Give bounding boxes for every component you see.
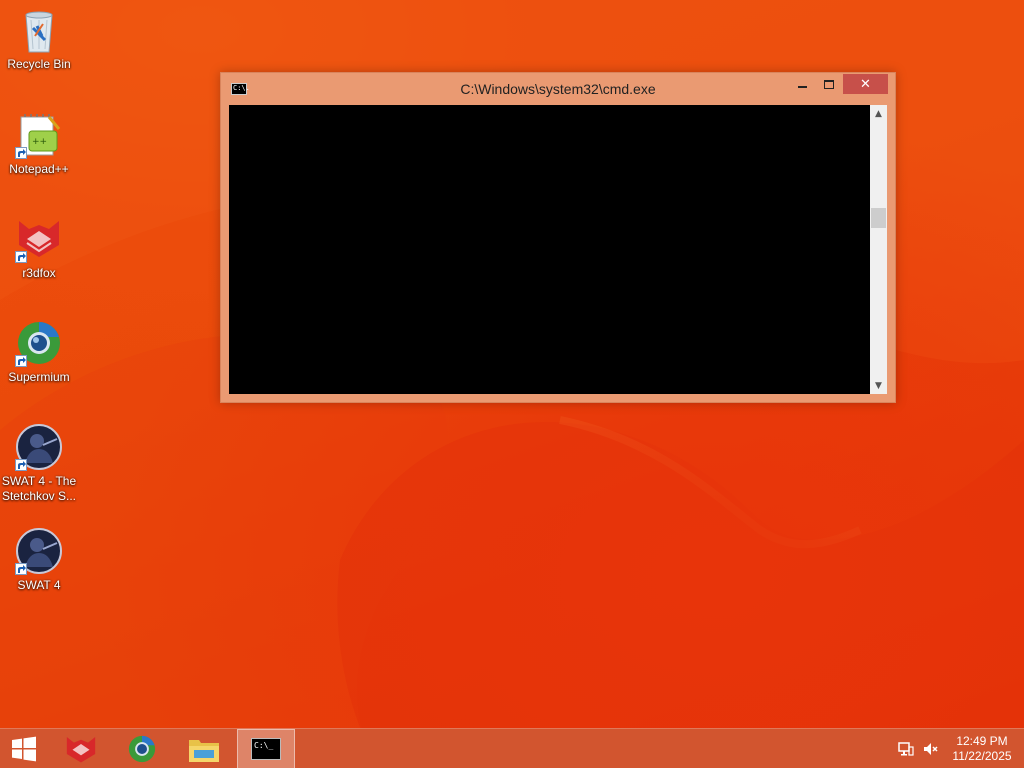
desktop-icon-label: Recycle Bin [7,57,71,71]
svg-text:++: ++ [32,137,47,147]
shortcut-arrow-icon [15,147,27,159]
desktop-icon-notepad-plus-plus[interactable]: ++ Notepad++ [0,111,78,177]
desktop-icon-supermium[interactable]: Supermium [0,319,78,385]
clock-date: 11/22/2025 [952,749,1012,763]
window-titlebar[interactable]: C:\. C:\Windows\system32\cmd.exe ✕ [221,73,895,105]
desktop-icon-label: r3dfox [22,266,56,280]
cmd-icon: C:\_ [251,738,281,760]
supermium-icon [128,735,156,763]
shortcut-arrow-icon [15,355,27,367]
taskbar: C:\_ 12:49 PM 11/22/2025 [0,728,1024,768]
minimize-button[interactable] [789,74,815,94]
shortcut-arrow-icon [15,459,27,471]
scrollbar-thumb[interactable] [871,208,886,228]
cmd-window[interactable]: C:\. C:\Windows\system32\cmd.exe ✕ ▲ ▼ [220,72,896,403]
desktop-icon-r3dfox[interactable]: r3dfox [0,215,78,281]
file-explorer-icon [189,740,219,762]
notepad-plus-plus-icon: ++ [15,111,63,159]
close-icon: ✕ [860,76,871,92]
taskbar-item-file-explorer[interactable] [175,729,233,768]
taskbar-item-cmd[interactable]: C:\_ [237,729,295,768]
recycle-bin-icon [15,6,63,54]
system-clock[interactable]: 12:49 PM 11/22/2025 [944,734,1020,764]
swat4-stetchkov-icon [15,423,63,471]
console-output[interactable] [229,105,870,394]
windows-logo-icon [12,736,36,762]
taskbar-item-r3dfox[interactable] [52,729,110,768]
tray-network[interactable] [896,729,916,768]
tray-volume[interactable] [920,729,940,768]
network-icon [898,742,914,756]
shortcut-arrow-icon [15,563,27,575]
desktop-icon-swat4-stetchkov[interactable]: SWAT 4 - The Stetchkov S... [0,423,78,504]
vertical-scrollbar[interactable]: ▲ ▼ [870,105,887,394]
supermium-icon [15,319,63,367]
maximize-button[interactable] [816,74,842,94]
taskbar-item-supermium[interactable] [113,729,171,768]
shortcut-arrow-icon [15,251,27,263]
scroll-up-button[interactable]: ▲ [870,105,887,122]
clock-time: 12:49 PM [956,734,1008,748]
volume-muted-icon [924,743,938,755]
desktop-icon-label: Notepad++ [9,162,69,176]
swat4-icon [15,527,63,575]
minimize-icon [797,86,807,88]
r3dfox-icon [15,215,63,263]
close-button[interactable]: ✕ [843,74,888,94]
scroll-down-button[interactable]: ▼ [870,377,887,394]
r3dfox-icon [66,736,96,763]
maximize-icon [824,79,834,89]
desktop-icon-label: Supermium [8,370,70,384]
desktop-icon-label: SWAT 4 - The Stetchkov S... [1,474,77,503]
start-button[interactable] [0,729,48,768]
desktop-icon-label: SWAT 4 [17,578,61,592]
desktop-icon-recycle-bin[interactable]: Recycle Bin [0,6,78,72]
desktop-icon-swat4[interactable]: SWAT 4 [0,527,78,593]
